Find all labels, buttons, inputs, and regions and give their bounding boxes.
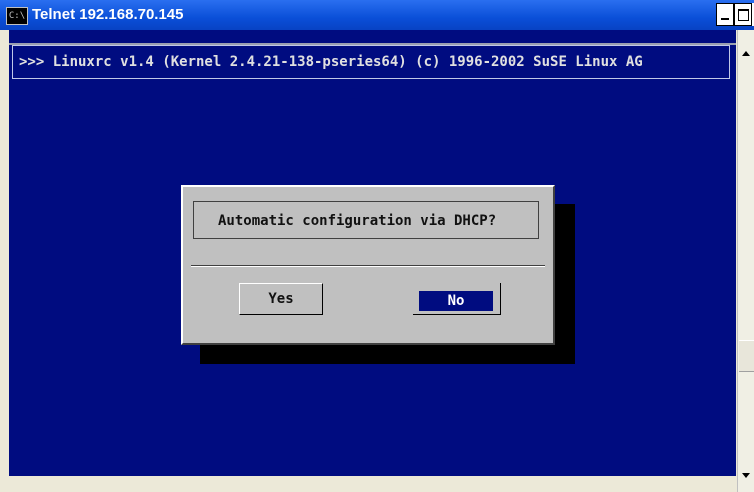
maximize-button[interactable] [734, 3, 752, 26]
terminal-console[interactable]: >>> Linuxrc v1.4 (Kernel 2.4.21-138-pser… [9, 30, 736, 476]
scroll-down-button[interactable] [738, 468, 754, 484]
yes-button[interactable]: Yes [239, 283, 323, 315]
minimize-icon [721, 18, 729, 20]
scroll-thumb[interactable] [739, 340, 754, 372]
linuxrc-banner: >>> Linuxrc v1.4 (Kernel 2.4.21-138-pser… [19, 54, 643, 70]
maximize-icon [738, 9, 749, 21]
banner-frame: >>> Linuxrc v1.4 (Kernel 2.4.21-138-pser… [12, 45, 730, 79]
no-button[interactable]: No [419, 291, 493, 311]
arrow-down-icon [742, 473, 750, 478]
dialog-separator-highlight [191, 266, 545, 267]
dhcp-dialog: Automatic configuration via DHCP? Yes No [181, 185, 555, 345]
vertical-scrollbar[interactable] [737, 30, 754, 492]
dialog-question: Automatic configuration via DHCP? [218, 213, 497, 229]
window-titlebar[interactable]: C:\ Telnet 192.168.70.145 [0, 0, 754, 30]
window-bottom-border [0, 476, 737, 492]
arrow-up-icon [742, 51, 750, 56]
console-app-icon[interactable]: C:\ [6, 7, 28, 25]
minimize-button[interactable] [716, 3, 734, 26]
scroll-up-button[interactable] [738, 46, 754, 62]
window-title: Telnet 192.168.70.145 [32, 6, 184, 23]
question-frame: Automatic configuration via DHCP? [193, 201, 539, 239]
